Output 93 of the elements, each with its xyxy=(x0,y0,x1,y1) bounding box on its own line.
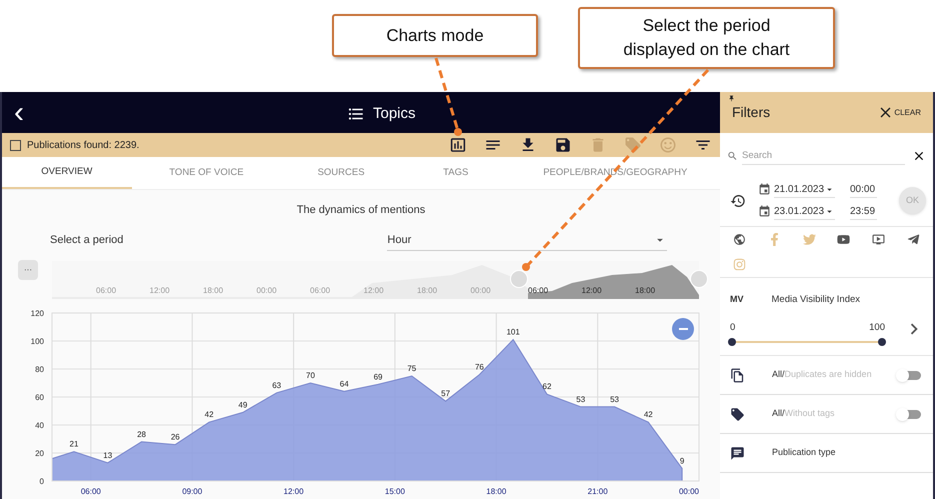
more-button[interactable]: ··· xyxy=(18,260,38,280)
history-icon[interactable] xyxy=(730,192,746,208)
axis-label: 15:00 xyxy=(384,486,405,496)
value-label: 63 xyxy=(272,380,282,390)
tab[interactable]: SOURCES xyxy=(281,157,401,189)
axis-label: 100 xyxy=(30,336,44,346)
time-field[interactable]: 00:00 xyxy=(850,182,877,198)
timeline-label: 00:00 xyxy=(470,284,491,296)
timeline-label: 12:00 xyxy=(364,284,384,296)
callout: Charts mode xyxy=(332,14,538,57)
timeline-label: 06:00 xyxy=(528,284,548,296)
toggle-label: All/Without tags xyxy=(772,407,835,420)
chat-icon xyxy=(730,446,745,460)
back-button[interactable]: ‹ xyxy=(14,98,24,128)
time-field[interactable]: 23:59 xyxy=(850,204,877,220)
youtube-icon[interactable] xyxy=(837,233,850,246)
value-label: 62 xyxy=(542,382,552,391)
value-label: 42 xyxy=(644,410,653,419)
publication-type-label: Publication type xyxy=(772,446,836,460)
value-label: 21 xyxy=(70,439,78,448)
value-label: 76 xyxy=(474,362,484,372)
value-label: 13 xyxy=(103,450,112,460)
axis-label: 20 xyxy=(35,448,44,458)
calendar-icon xyxy=(758,183,771,196)
minus-icon xyxy=(678,328,688,330)
telegram-icon[interactable] xyxy=(907,233,920,246)
select-all-checkbox[interactable] xyxy=(10,140,21,150)
period-dropdown[interactable]: Hour xyxy=(387,230,668,250)
search-field[interactable]: Search xyxy=(742,147,905,165)
axis-label: 120 xyxy=(30,308,44,318)
timeline-label: 00:00 xyxy=(256,284,277,296)
axis-label: 00:00 xyxy=(678,486,700,496)
axis-label: 80 xyxy=(35,364,44,374)
value-label: 49 xyxy=(238,400,248,409)
tag-icon xyxy=(730,406,745,422)
value-label: 70 xyxy=(306,370,315,380)
copy-icon xyxy=(730,368,745,382)
save-icon[interactable] xyxy=(554,136,572,154)
value-label: 57 xyxy=(441,388,450,398)
page-title: Topics xyxy=(373,104,416,124)
toggle-switch[interactable] xyxy=(898,370,921,380)
pin-icon[interactable] xyxy=(728,95,735,102)
value-label: 26 xyxy=(170,432,180,442)
axis-label: 0 xyxy=(40,476,44,486)
axis-label: 21:00 xyxy=(588,486,608,496)
mv-abbreviation: MV xyxy=(730,293,744,306)
callout: Select the period displayed on the chart xyxy=(578,7,835,69)
axis-label: 60 xyxy=(35,392,44,402)
date-field[interactable]: 21.01.2023 xyxy=(774,182,835,198)
axis-label: 12:00 xyxy=(284,486,304,496)
slider-max: 100 xyxy=(869,321,885,336)
value-label: 53 xyxy=(576,394,586,404)
close-icon[interactable] xyxy=(912,149,926,163)
tab[interactable]: TAGS xyxy=(400,157,511,189)
tab[interactable]: PEOPLE/BRANDS/GEOGRAPHY xyxy=(510,157,720,189)
search-icon xyxy=(727,150,738,162)
chart-icon[interactable] xyxy=(449,136,467,154)
axis-label: 40 xyxy=(35,420,44,430)
timeline-label: 06:00 xyxy=(96,284,116,296)
mvi-label: Media Visibility Index xyxy=(772,293,860,307)
slider-thumb[interactable] xyxy=(728,338,736,346)
calendar-icon xyxy=(758,205,771,218)
value-label: 42 xyxy=(204,410,214,419)
period-label: Select a period xyxy=(50,233,124,248)
date-field[interactable]: 23.01.2023 xyxy=(774,204,835,220)
tab[interactable]: TONE OF VOICE xyxy=(132,157,282,189)
value-label: 64 xyxy=(340,378,349,388)
publications-count: Publications found: 2239. xyxy=(27,138,140,152)
video-icon[interactable] xyxy=(872,233,886,246)
filters-title: Filters xyxy=(732,103,770,122)
value-label: 69 xyxy=(374,372,382,381)
chart-title: The dynamics of mentions xyxy=(296,203,426,218)
zoom-out-button[interactable] xyxy=(672,318,694,340)
value-label: 53 xyxy=(610,394,619,404)
axis-label: 06:00 xyxy=(80,486,101,496)
value-label: 101 xyxy=(506,327,520,336)
toggle-switch[interactable] xyxy=(898,410,921,418)
axis-label: 09:00 xyxy=(182,486,202,496)
timeline-label: 18:00 xyxy=(635,284,656,296)
value-label: 75 xyxy=(407,364,416,372)
slider-thumb[interactable] xyxy=(878,338,886,346)
value-label: 28 xyxy=(137,429,146,438)
slider-min: 0 xyxy=(730,321,736,336)
timeline-label: 18:00 xyxy=(417,284,438,296)
timeline-label: 12:00 xyxy=(582,284,602,296)
timeline-label: 06:00 xyxy=(310,284,330,296)
timeline-label: 12:00 xyxy=(150,284,170,296)
value-label: 9 xyxy=(680,456,684,465)
timeline-label: 18:00 xyxy=(203,284,224,296)
toggle-label: All/Duplicates are hidden xyxy=(772,368,872,382)
globe-icon[interactable] xyxy=(732,233,746,246)
axis-label: 18:00 xyxy=(486,486,506,496)
clear-button[interactable]: CLEAR xyxy=(877,104,921,121)
